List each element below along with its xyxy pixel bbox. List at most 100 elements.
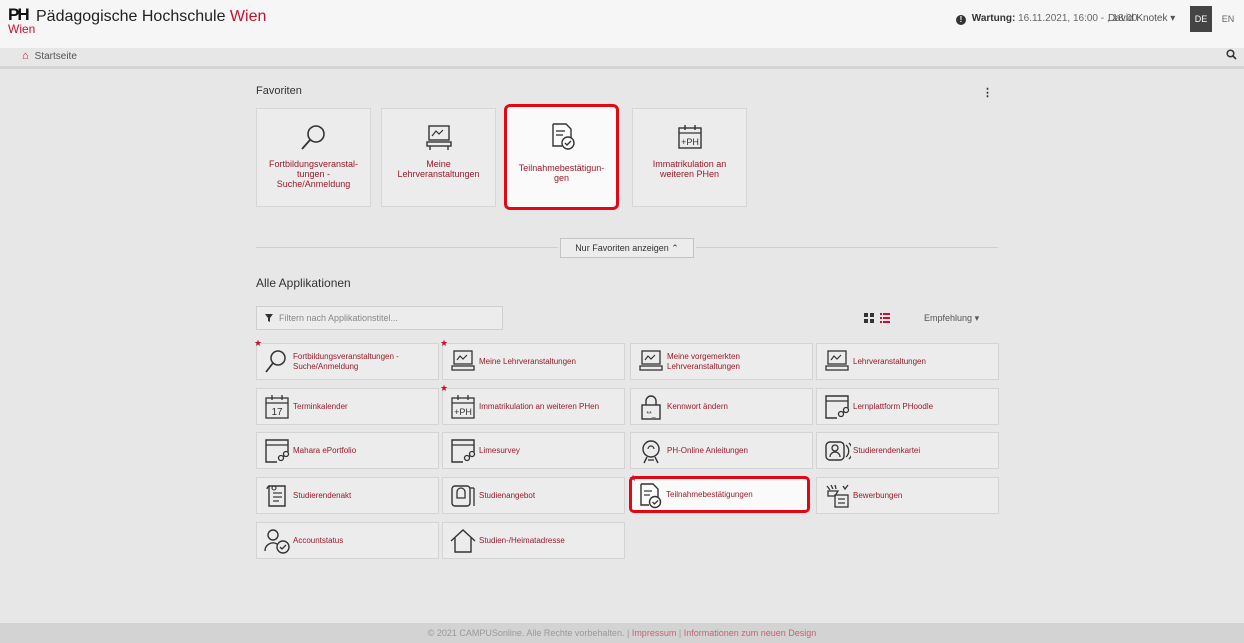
favorite-star-icon: ★ <box>440 383 449 393</box>
app-tile-mahara[interactable]: Mahara ePortfolio <box>256 432 439 469</box>
show-only-favorites-button[interactable]: Nur Favoriten anzeigen ⌃ <box>560 238 694 258</box>
favorite-star-icon: ★ <box>254 338 263 348</box>
header-bar: PH Wien Pädagogische Hochschule Wien ! W… <box>0 0 1244 62</box>
application-hand-icon <box>823 482 851 510</box>
app-tile-studierendenakt[interactable]: Studierendenakt <box>256 477 439 514</box>
app-tile-terminkalender[interactable]: 17 Terminkalender <box>256 388 439 425</box>
header-divider <box>0 66 1244 69</box>
app-tile-label: Lehrveranstaltungen <box>853 356 926 366</box>
search-icon[interactable] <box>1226 49 1237 60</box>
favorite-tile-meine-lv[interactable]: Meine Lehrveranstaltungen <box>381 108 496 207</box>
ph-calendar-icon: +PH <box>449 393 477 421</box>
app-tile-anleitungen[interactable]: PH-Online Anleitungen <box>630 432 813 469</box>
lecture-icon <box>382 123 495 155</box>
breadcrumb-home[interactable]: ⌂ Startseite <box>22 50 77 62</box>
lecture-icon <box>637 348 665 376</box>
sort-dropdown[interactable]: Empfehlung ▾ <box>924 313 979 324</box>
app-tile-label: Studien-/Heimatadresse <box>479 535 565 545</box>
app-tile-label: Teilnahmebestätigungen <box>666 489 753 499</box>
app-tile-bewerbungen[interactable]: Bewerbungen <box>816 477 999 514</box>
lock-icon: **_ <box>637 393 665 421</box>
app-tile-vorgemerkte-lv[interactable]: Meine vorgemerkten Lehrveranstaltungen <box>630 343 813 380</box>
app-tile-studierendenkartei[interactable]: Studierendenkartei <box>816 432 999 469</box>
filter-icon <box>265 314 273 322</box>
site-name-accent: Wien <box>229 8 267 25</box>
app-tile-fortbildung[interactable]: ★ Fortbildungsveranstaltungen - Suche/An… <box>254 339 439 380</box>
home-icon: ⌂ <box>22 50 29 62</box>
more-options-icon[interactable]: ⋮ <box>982 86 993 99</box>
app-tile-meine-lv[interactable]: ★ Meine Lehrveranstaltungen <box>440 339 625 380</box>
caret-down-icon: ▾ <box>974 313 980 323</box>
certificate-check-icon <box>507 121 616 153</box>
info-icon: ! <box>956 15 966 25</box>
app-tile-label: Limesurvey <box>479 445 520 455</box>
site-title[interactable]: Pädagogische Hochschule Wien <box>36 8 266 26</box>
app-tile-label: Meine Lehrveranstaltungen <box>479 356 576 366</box>
show-only-favorites-label: Nur Favoriten anzeigen <box>575 243 669 253</box>
window-link-icon <box>449 437 477 465</box>
favorite-star-icon: ★ <box>440 338 449 348</box>
application-filter-input[interactable]: Filtern nach Applikationstitel... <box>256 306 503 330</box>
favorite-tile-teilnahmebestaetigungen[interactable]: Teilnahmebestätigun- gen <box>504 104 619 210</box>
lecture-icon <box>449 348 477 376</box>
favorites-divider-left <box>256 247 558 248</box>
favorite-tile-immatrikulation[interactable]: +PH Immatrikulation an weiteren PHen <box>632 108 747 207</box>
window-link-icon <box>823 393 851 421</box>
app-tile-label: Fortbildungsveranstaltungen - Suche/Anme… <box>293 351 399 371</box>
design-info-link[interactable]: Informationen zum neuen Design <box>684 628 817 638</box>
app-tile-label: Kennwort ändern <box>667 401 728 411</box>
app-tile-teilnahmebestaetigungen[interactable]: ★ Teilnahmebestätigungen <box>629 474 810 513</box>
app-tile-label: Studierendenakt <box>293 490 352 500</box>
app-tile-label: Immatrikulation an weiteren PHen <box>479 401 600 411</box>
app-tile-immatrikulation[interactable]: ★ +PH Immatrikulation an weiteren PHen <box>440 384 625 425</box>
app-tile-label: Lernplattform PHoodle <box>853 401 934 411</box>
file-folder-icon <box>263 482 291 510</box>
caret-down-icon: ▾ <box>1170 13 1176 24</box>
app-tile-studienangebot[interactable]: Studienangebot <box>442 477 625 514</box>
favorite-tile-label: Fortbildungsveranstal- tungen - Suche/An… <box>268 159 359 189</box>
sort-label: Empfehlung <box>924 313 973 323</box>
search-icon <box>263 348 291 376</box>
logo-city: Wien <box>8 22 36 36</box>
lightbulb-icon <box>637 437 665 465</box>
lecture-icon <box>823 348 851 376</box>
calendar-icon: 17 <box>263 393 291 421</box>
grid-view-icon[interactable] <box>864 313 874 323</box>
search-icon <box>257 123 370 155</box>
impressum-link[interactable]: Impressum <box>632 628 677 638</box>
language-de-button[interactable]: DE <box>1190 6 1212 32</box>
user-menu[interactable]: David Knotek ▾ <box>1108 13 1175 24</box>
certificate-check-icon <box>636 481 664 509</box>
ph-logo[interactable]: PH Wien <box>8 5 36 40</box>
app-tile-label: Studienangebot <box>479 490 536 500</box>
app-tile-phoodle[interactable]: Lernplattform PHoodle <box>816 388 999 425</box>
footer: © 2021 CAMPUSonline. Alle Rechte vorbeha… <box>0 623 1244 643</box>
favorites-title: Favoriten <box>256 85 302 97</box>
favorite-tile-label: Immatrikulation an weiteren PHen <box>652 159 727 179</box>
app-tile-kennwort[interactable]: **_ Kennwort ändern <box>630 388 813 425</box>
app-tile-label: Studierendenkartei <box>853 445 921 455</box>
contact-card-icon <box>823 437 851 465</box>
favorites-divider-right <box>696 247 998 248</box>
chevron-up-icon: ⌃ <box>671 243 679 253</box>
window-link-icon <box>263 437 291 465</box>
maintenance-label: Wartung: <box>971 13 1016 24</box>
app-tile-label: Mahara ePortfolio <box>293 445 357 455</box>
app-tile-label: PH-Online Anleitungen <box>667 445 748 455</box>
filter-placeholder: Filtern nach Applikationstitel... <box>279 313 399 323</box>
app-tile-label: Accountstatus <box>293 535 344 545</box>
app-tile-accountstatus[interactable]: Accountstatus <box>256 522 439 559</box>
all-applications-title: Alle Applikationen <box>256 276 351 290</box>
favorite-tile-label: Meine Lehrveranstaltungen <box>397 159 480 179</box>
book-icon <box>449 482 477 510</box>
app-tile-limesurvey[interactable]: Limesurvey <box>442 432 625 469</box>
list-view-icon[interactable] <box>880 313 890 323</box>
language-en-button[interactable]: EN <box>1218 6 1238 32</box>
svg-text:**_: **_ <box>646 411 655 418</box>
app-tile-lehrveranstaltungen[interactable]: Lehrveranstaltungen <box>816 343 999 380</box>
app-tile-heimatadresse[interactable]: Studien-/Heimatadresse <box>442 522 625 559</box>
home-icon <box>449 527 477 555</box>
favorite-tile-fortbildung[interactable]: Fortbildungsveranstal- tungen - Suche/An… <box>256 108 371 207</box>
logo-mark: PH <box>8 5 30 24</box>
svg-text:+PH: +PH <box>681 137 699 147</box>
